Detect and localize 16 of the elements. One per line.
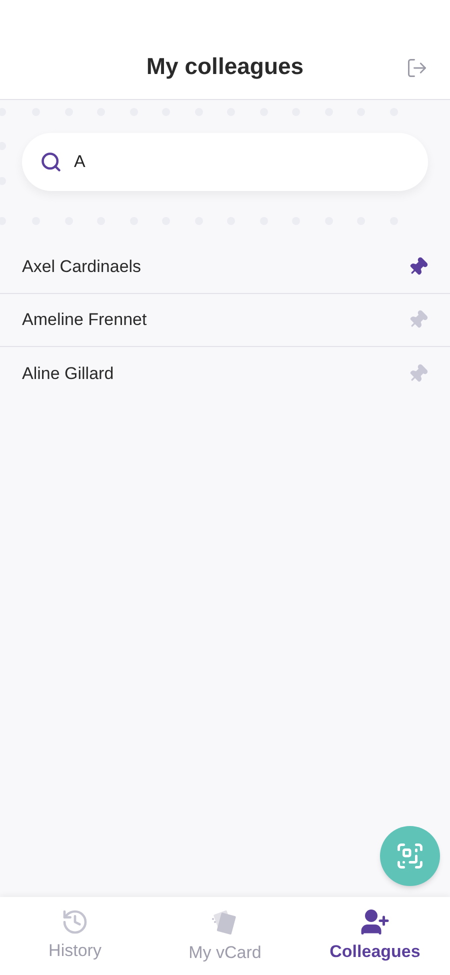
user-plus-icon <box>360 907 390 938</box>
colleague-name: Axel Cardinaels <box>22 256 142 278</box>
search-field[interactable]: A <box>22 133 428 191</box>
colleague-name: Ameline Frennet <box>22 309 147 332</box>
history-icon <box>61 908 89 936</box>
qr-code-icon <box>395 841 425 871</box>
page-title: My colleagues <box>146 52 304 81</box>
search-icon <box>40 151 62 173</box>
qr-scan-button[interactable] <box>380 826 440 886</box>
colleague-row[interactable]: Aline Gillard <box>0 347 450 400</box>
search-value: A <box>74 151 86 174</box>
colleague-row[interactable]: Ameline Frennet <box>0 294 450 347</box>
nav-tab[interactable]: Colleagues <box>300 897 450 975</box>
colleague-name: Aline Gillard <box>22 362 114 385</box>
logout-icon[interactable] <box>406 57 428 79</box>
colleague-row[interactable]: Axel Cardinaels <box>0 241 450 294</box>
